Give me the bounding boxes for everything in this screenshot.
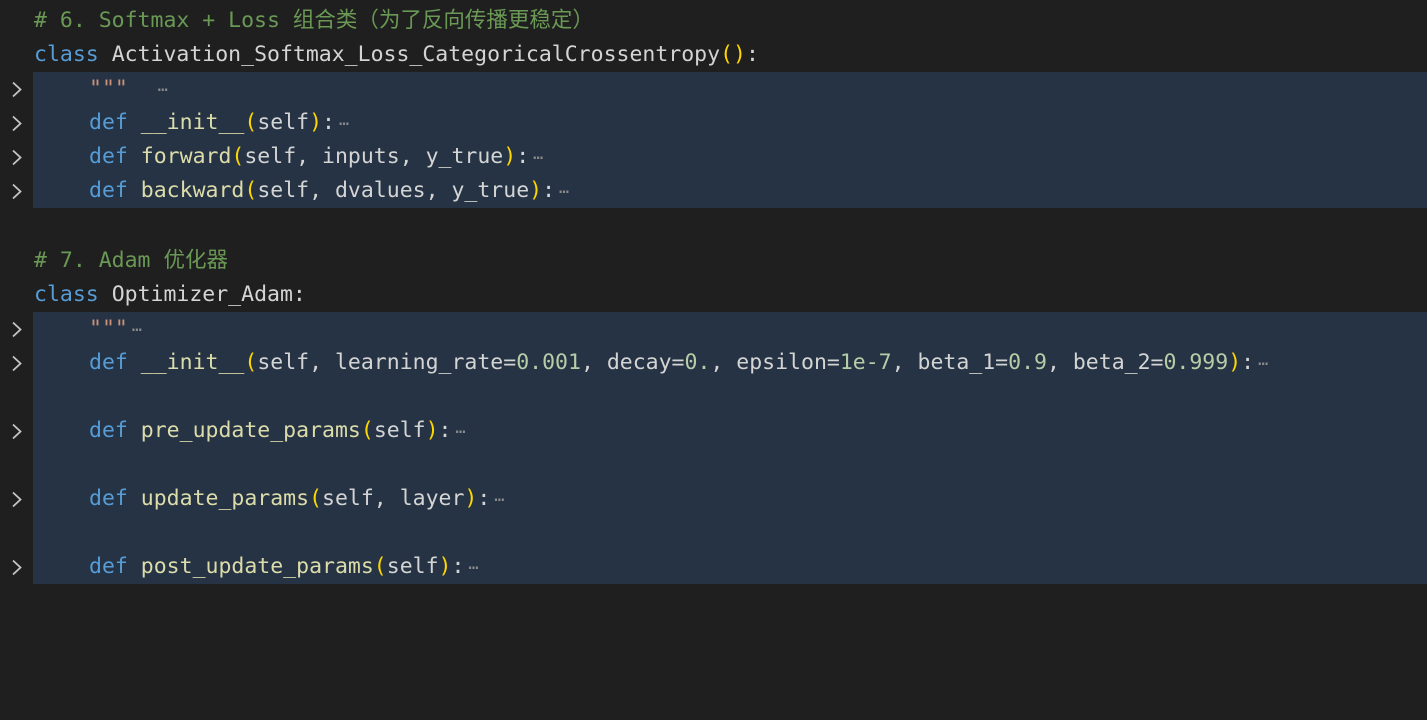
fold-toggle[interactable]: [8, 312, 28, 346]
folded-code-line[interactable]: def __init__(self, learning_rate=0.001, …: [0, 346, 1427, 380]
fold-toggle[interactable]: [8, 72, 28, 106]
fold-highlight: [33, 448, 1427, 482]
folded-code-line[interactable]: """ ⋯: [0, 312, 1427, 346]
folded-code-line[interactable]: def forward(self, inputs, y_true): ⋯: [0, 140, 1427, 174]
fold-toggle[interactable]: [8, 174, 28, 208]
folded-ellipsis-icon[interactable]: ⋯: [456, 422, 466, 442]
fold-highlight: [33, 72, 1427, 106]
folded-code-line[interactable]: def backward(self, dvalues, y_true): ⋯: [0, 174, 1427, 208]
docstring: """ ⋯: [89, 76, 168, 101]
code-editor[interactable]: # 6. Softmax + Loss 组合类（为了反向传播更稳定） class…: [0, 0, 1427, 610]
folded-ellipsis-icon[interactable]: ⋯: [559, 182, 569, 202]
fold-highlight: [33, 312, 1427, 346]
method-definition: def __init__(self): ⋯: [89, 110, 350, 135]
folded-ellipsis-icon[interactable]: ⋯: [158, 80, 168, 100]
method-definition: def update_params(self, layer): ⋯: [89, 486, 505, 511]
class-declaration: class Optimizer_Adam:: [34, 282, 306, 307]
folded-ellipsis-icon[interactable]: ⋯: [132, 320, 142, 340]
code-line[interactable]: # 6. Softmax + Loss 组合类（为了反向传播更稳定）: [0, 4, 1427, 38]
method-definition: def pre_update_params(self): ⋯: [89, 418, 466, 443]
folded-ellipsis-icon[interactable]: ⋯: [494, 490, 504, 510]
class-declaration: class Activation_Softmax_Loss_Categorica…: [34, 42, 759, 67]
folded-ellipsis-icon[interactable]: ⋯: [339, 114, 349, 134]
folded-ellipsis-icon[interactable]: ⋯: [533, 148, 543, 168]
folded-code-line[interactable]: def pre_update_params(self): ⋯: [0, 414, 1427, 448]
fold-highlight: [33, 380, 1427, 414]
fold-toggle[interactable]: [8, 550, 28, 584]
comment: # 6. Softmax + Loss 组合类（为了反向传播更稳定）: [34, 8, 594, 33]
folded-code-line[interactable]: def update_params(self, layer): ⋯: [0, 482, 1427, 516]
method-definition: def backward(self, dvalues, y_true): ⋯: [89, 178, 570, 203]
folded-ellipsis-icon[interactable]: ⋯: [1258, 354, 1268, 374]
fold-highlight: [33, 516, 1427, 550]
folded-code-line[interactable]: """ ⋯: [0, 72, 1427, 106]
docstring: """ ⋯: [89, 316, 143, 341]
blank-code-line[interactable]: [0, 516, 1427, 550]
blank-code-line[interactable]: [0, 380, 1427, 414]
blank-code-line[interactable]: [0, 448, 1427, 482]
fold-toggle[interactable]: [8, 414, 28, 448]
method-definition: def forward(self, inputs, y_true): ⋯: [89, 144, 544, 169]
code-line[interactable]: class Optimizer_Adam:: [0, 278, 1427, 312]
fold-toggle[interactable]: [8, 346, 28, 380]
fold-toggle[interactable]: [8, 482, 28, 516]
folded-code-line[interactable]: def __init__(self): ⋯: [0, 106, 1427, 140]
fold-toggle[interactable]: [8, 140, 28, 174]
comment: # 7. Adam 优化器: [34, 248, 228, 273]
code-line[interactable]: # 7. Adam 优化器: [0, 244, 1427, 278]
method-definition: def __init__(self, learning_rate=0.001, …: [89, 350, 1269, 375]
fold-toggle[interactable]: [8, 106, 28, 140]
folded-ellipsis-icon[interactable]: ⋯: [468, 558, 478, 578]
code-line[interactable]: class Activation_Softmax_Loss_Categorica…: [0, 38, 1427, 72]
method-definition: def post_update_params(self): ⋯: [89, 554, 479, 579]
folded-code-line[interactable]: def post_update_params(self): ⋯: [0, 550, 1427, 584]
